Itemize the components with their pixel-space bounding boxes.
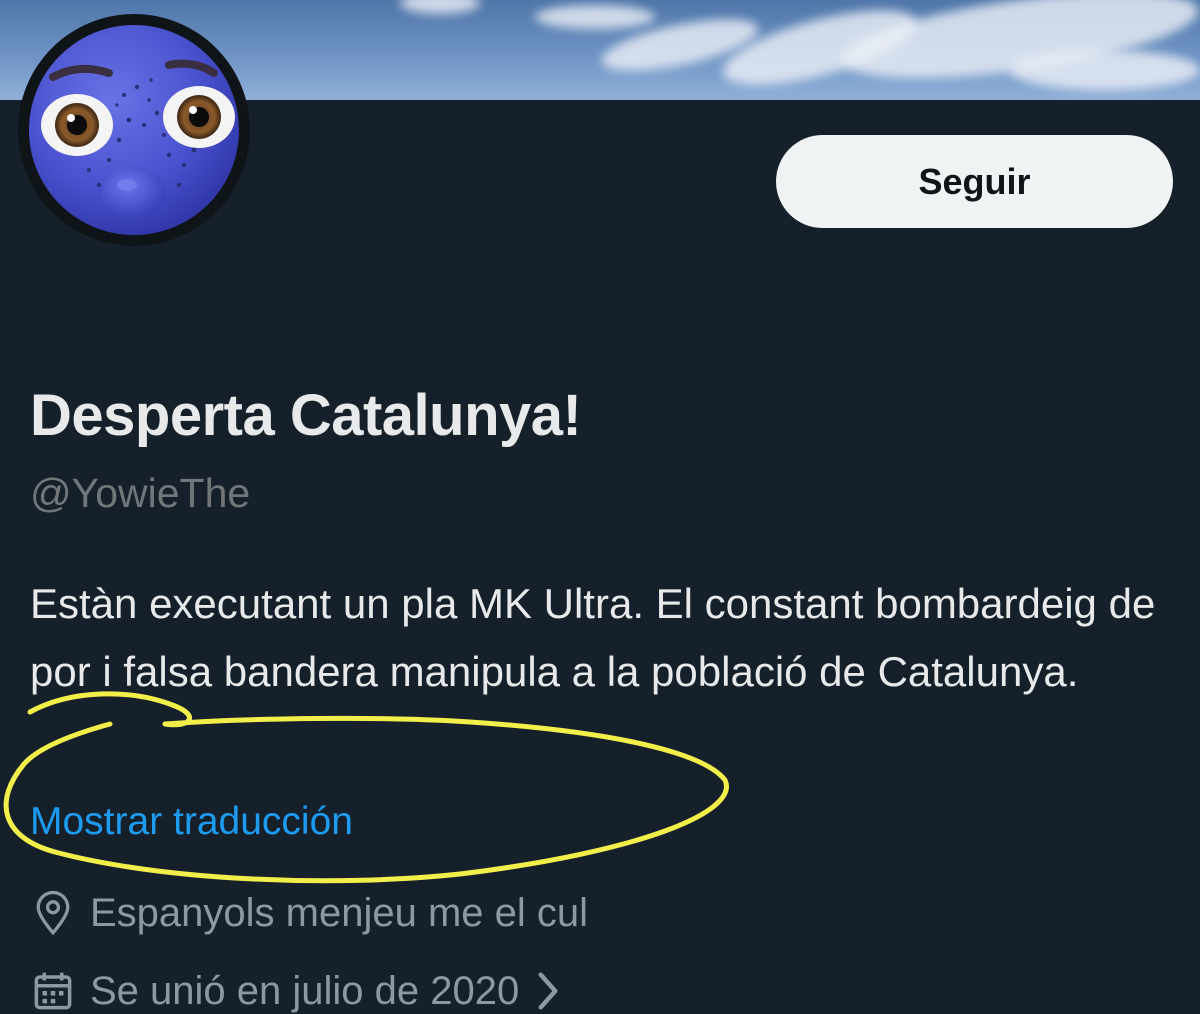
banner-cloud	[535, 5, 655, 29]
joined-text: Se unió en julio de 2020	[90, 968, 520, 1013]
display-name: Desperta Catalunya!	[30, 383, 582, 448]
profile-joined-date[interactable]: Se unió en julio de 2020	[30, 968, 559, 1014]
calendar-icon	[30, 968, 76, 1014]
follow-button[interactable]: Seguir	[776, 135, 1173, 228]
blue-face-avatar-image	[29, 25, 239, 235]
chevron-right-icon	[537, 971, 559, 1011]
user-handle: @YowieThe	[30, 470, 251, 516]
profile-avatar[interactable]	[18, 14, 250, 246]
profile-location: Espanyols menjeu me el cul	[30, 890, 588, 936]
banner-cloud	[1010, 50, 1200, 90]
location-text: Espanyols menjeu me el cul	[90, 890, 589, 935]
profile-bio: Estàn executant un pla MK Ultra. El cons…	[30, 580, 1156, 695]
location-pin-icon	[30, 890, 76, 936]
show-translation-link[interactable]: Mostrar traducción	[30, 800, 353, 844]
banner-cloud	[400, 0, 480, 14]
